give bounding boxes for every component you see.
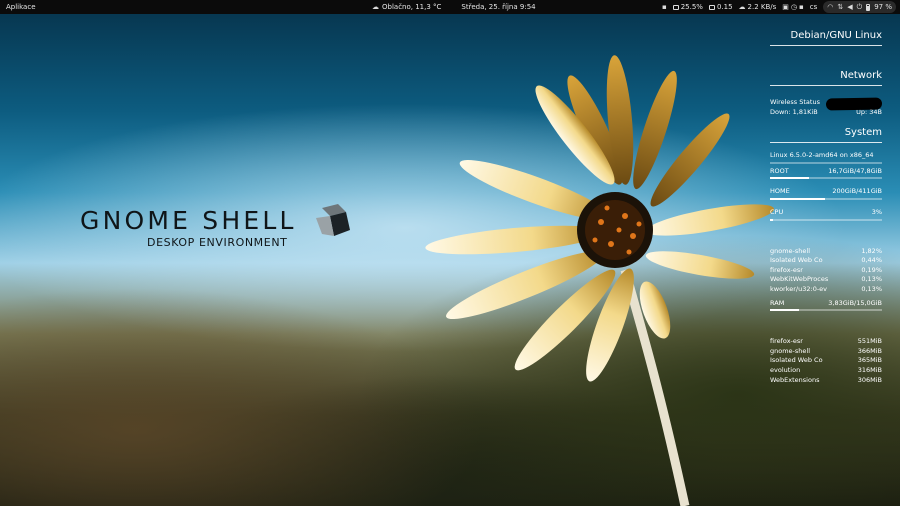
power-icon: ⏻ <box>856 3 863 11</box>
list-item: evolution 316MiB <box>770 366 882 376</box>
process-name: Isolated Web Co <box>770 256 823 265</box>
cpu-indicator-value: 25.5% <box>680 3 703 11</box>
list-item: Isolated Web Co 365MiB <box>770 356 882 366</box>
cloud-icon: ☁ <box>372 3 379 11</box>
list-item: gnome-shell 366MiB <box>770 347 882 357</box>
wireless-status-label: Wireless Status <box>770 98 820 106</box>
cpu-row: CPU 3% <box>770 208 882 218</box>
process-name: WebKitWebProces <box>770 275 829 284</box>
system-heading: System <box>770 127 882 144</box>
gnome-shell-logo: GNOME SHELL DESKOP ENVIRONMENT <box>80 204 370 256</box>
ram-label: RAM <box>770 298 785 307</box>
ram-section: RAM 3,83GiB/15,0GiB <box>770 299 882 312</box>
process-name: gnome-shell <box>770 246 811 255</box>
root-label: ROOT <box>770 166 789 175</box>
list-item: WebKitWebProces 0,13% <box>770 275 882 285</box>
kernel-separator <box>770 161 882 164</box>
network-speed-indicator[interactable]: ☁ 2.2 KB/s <box>739 0 777 14</box>
clock-button[interactable]: Středa, 25. října 9:54 <box>461 0 535 14</box>
process-value: 306MiB <box>857 375 882 384</box>
tray-icons[interactable]: ▣ ◷ ▪ <box>782 0 803 14</box>
process-value: 551MiB <box>857 337 882 346</box>
list-item: Isolated Web Co 0,44% <box>770 256 882 266</box>
weather-indicator[interactable]: ☁ Oblačno, 11,3 °C <box>372 0 441 14</box>
conky-system-monitor: Debian/GNU Linux Network Wireless Status… <box>770 30 883 385</box>
list-item: firefox-esr 551MiB <box>770 337 882 347</box>
cloud-download-icon: ☁ <box>738 3 746 11</box>
load-indicator[interactable]: 0.15 <box>708 0 733 14</box>
process-name: gnome-shell <box>770 346 811 355</box>
network-section: Wireless Status Down: 1,81KiB Up: 34B <box>770 97 883 117</box>
process-value: 0,44% <box>861 256 882 265</box>
network-speed-value: 2.2 KB/s <box>747 3 777 11</box>
volume-icon: ◀ <box>847 3 853 11</box>
keyboard-layout-button[interactable]: cs <box>810 0 818 14</box>
battery-percentage: 97 % <box>874 3 892 11</box>
process-value: 365MiB <box>857 356 882 365</box>
tray-box-icon: ▣ <box>782 3 789 11</box>
process-value: 316MiB <box>857 365 882 374</box>
kernel-row: Linux 6.5.0-2-amd64 on x86_64 <box>770 151 882 161</box>
process-value: 1,82% <box>861 246 882 255</box>
process-value: 0,13% <box>861 275 882 284</box>
kernel-info: Linux 6.5.0-2-amd64 on x86_64 <box>770 151 874 160</box>
applications-menu-button[interactable]: Aplikace <box>6 0 36 14</box>
process-name: firefox-esr <box>770 265 803 274</box>
root-usage-bar <box>770 177 882 180</box>
system-section: Linux 6.5.0-2-amd64 on x86_64 ROOT 16,7G… <box>770 151 882 221</box>
process-name: Isolated Web Co <box>770 356 823 365</box>
display-icon <box>708 4 715 10</box>
home-value: 200GiB/411GiB <box>832 187 882 196</box>
network-heading: Network <box>770 70 882 86</box>
ram-usage-bar <box>770 309 882 312</box>
logo-subtitle: DESKOP ENVIRONMENT <box>147 236 288 249</box>
process-name: WebExtensions <box>770 375 820 384</box>
process-name: kworker/u32:0-ev <box>770 284 828 293</box>
home-usage-bar <box>770 197 882 200</box>
system-menu-button[interactable]: ◠ ⇅ ◀ ⏻ 97 % <box>823 1 896 13</box>
cpu-process-list: gnome-shell 1,82% Isolated Web Co 0,44% fi… <box>770 247 882 295</box>
flower-wallpaper-image <box>425 55 775 506</box>
cube-logo-icon <box>316 204 350 236</box>
process-name: firefox-esr <box>770 337 803 346</box>
monitor-icon <box>672 4 679 10</box>
list-item: firefox-esr 0,19% <box>770 266 882 276</box>
panel-right: ▪ 25.5% 0.15 ☁ 2.2 KB/s ▣ ◷ ▪ cs ◠ ⇅ ◀ ⏻… <box>662 0 896 14</box>
wifi-icon: ◠ <box>827 3 834 11</box>
distro-heading: Debian/GNU Linux <box>770 30 882 46</box>
ram-row: RAM 3,83GiB/15,0GiB <box>770 299 882 309</box>
root-row: ROOT 16,7GiB/47,8GiB <box>770 167 882 177</box>
ram-value: 3,83GiB/15,0GiB <box>828 298 882 307</box>
download-speed: Down: 1,81KiB <box>770 107 818 116</box>
process-name: evolution <box>770 365 801 374</box>
memory-process-list: firefox-esr 551MiB gnome-shell 366MiB Isol… <box>770 337 882 385</box>
list-item: kworker/u32:0-ev 0,13% <box>770 285 882 295</box>
tray-clock-icon: ◷ <box>790 3 798 11</box>
process-value: 366MiB <box>857 346 882 355</box>
list-item: WebExtensions 306MiB <box>770 376 882 386</box>
process-value: 0,13% <box>861 284 882 293</box>
list-item: gnome-shell 1,82% <box>770 247 882 257</box>
cpu-usage-bar <box>770 218 882 221</box>
process-value: 0,19% <box>861 265 882 274</box>
top-panel: Aplikace ☁ Oblačno, 11,3 °C Středa, 25. … <box>0 0 900 14</box>
cpu-value: 3% <box>871 207 882 216</box>
redacted-ssid <box>825 97 883 111</box>
panel-center: ☁ Oblačno, 11,3 °C Středa, 25. října 9:5… <box>372 0 536 14</box>
root-value: 16,7GiB/47,8GiB <box>828 166 882 175</box>
tray-flag-icon: ▪ <box>799 3 804 11</box>
cpu-indicator[interactable]: 25.5% <box>672 0 703 14</box>
battery-icon <box>866 3 871 11</box>
load-indicator-value: 0.15 <box>716 3 733 11</box>
home-label: HOME <box>770 187 790 196</box>
logo-title: GNOME SHELL <box>80 206 297 235</box>
cpu-label: CPU <box>770 207 784 216</box>
home-row: HOME 200GiB/411GiB <box>770 187 882 197</box>
network-icon: ⇅ <box>837 3 844 11</box>
weather-label: Oblačno, 11,3 °C <box>382 3 442 11</box>
app-indicator-icon[interactable]: ▪ <box>662 0 667 14</box>
